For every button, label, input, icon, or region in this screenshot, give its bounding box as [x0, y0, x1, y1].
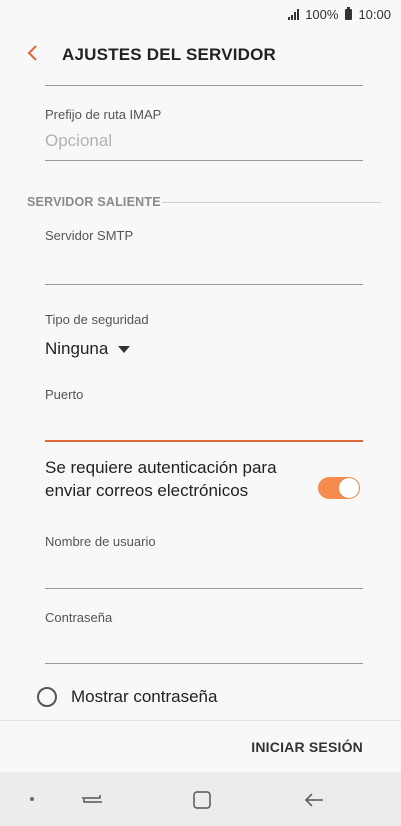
- imap-prefix-underline: [45, 160, 363, 161]
- home-icon[interactable]: [191, 789, 213, 816]
- nav-back-arrow-icon[interactable]: [302, 789, 326, 816]
- radio-circle-icon[interactable]: [37, 687, 57, 707]
- port-input[interactable]: [45, 440, 363, 442]
- imap-prefix-input[interactable]: Opcional: [45, 131, 112, 151]
- clock: 10:00: [358, 7, 391, 22]
- field-underline-top: [45, 85, 363, 86]
- nav-dot-icon: [30, 797, 34, 801]
- sign-in-button[interactable]: INICIAR SESIÓN: [251, 739, 363, 755]
- system-nav-bar: [0, 772, 401, 826]
- battery-icon: [345, 7, 353, 20]
- recent-apps-icon[interactable]: [80, 789, 104, 816]
- username-input[interactable]: [45, 588, 363, 589]
- port-label: Puerto: [45, 387, 84, 402]
- security-type-value: Ninguna: [45, 339, 109, 358]
- app-bar: AJUSTES DEL SERVIDOR: [0, 28, 401, 80]
- smtp-server-label: Servidor SMTP: [45, 228, 134, 243]
- page-title: AJUSTES DEL SERVIDOR: [62, 45, 277, 64]
- security-type-dropdown[interactable]: Ninguna: [45, 339, 131, 359]
- auth-required-label: Se requiere autenticación para enviar co…: [45, 458, 277, 500]
- auth-required-toggle[interactable]: [318, 477, 360, 499]
- status-bar: 100% 10:00: [0, 0, 401, 28]
- bottom-action-bar: INICIAR SESIÓN: [0, 720, 401, 773]
- battery-percent: 100%: [305, 7, 339, 22]
- smtp-server-input[interactable]: [45, 284, 363, 285]
- toggle-knob: [339, 478, 359, 498]
- back-chevron-icon[interactable]: [22, 42, 44, 64]
- security-type-label: Tipo de seguridad: [45, 312, 149, 327]
- dropdown-caret-icon: [118, 345, 131, 353]
- outgoing-server-section: SERVIDOR SALIENTE: [27, 195, 161, 209]
- imap-prefix-label: Prefijo de ruta IMAP: [45, 107, 162, 122]
- section-divider: [162, 202, 381, 203]
- show-password-label: Mostrar contraseña: [71, 687, 218, 706]
- status-indicators: 100% 10:00: [288, 7, 391, 22]
- signal-icon: [288, 9, 300, 20]
- password-label: Contraseña: [45, 610, 113, 625]
- show-password-checkbox[interactable]: Mostrar contraseña: [37, 687, 217, 707]
- password-input[interactable]: [45, 663, 363, 664]
- username-label: Nombre de usuario: [45, 534, 156, 549]
- settings-form[interactable]: Prefijo de ruta IMAP Opcional SERVIDOR S…: [0, 80, 401, 720]
